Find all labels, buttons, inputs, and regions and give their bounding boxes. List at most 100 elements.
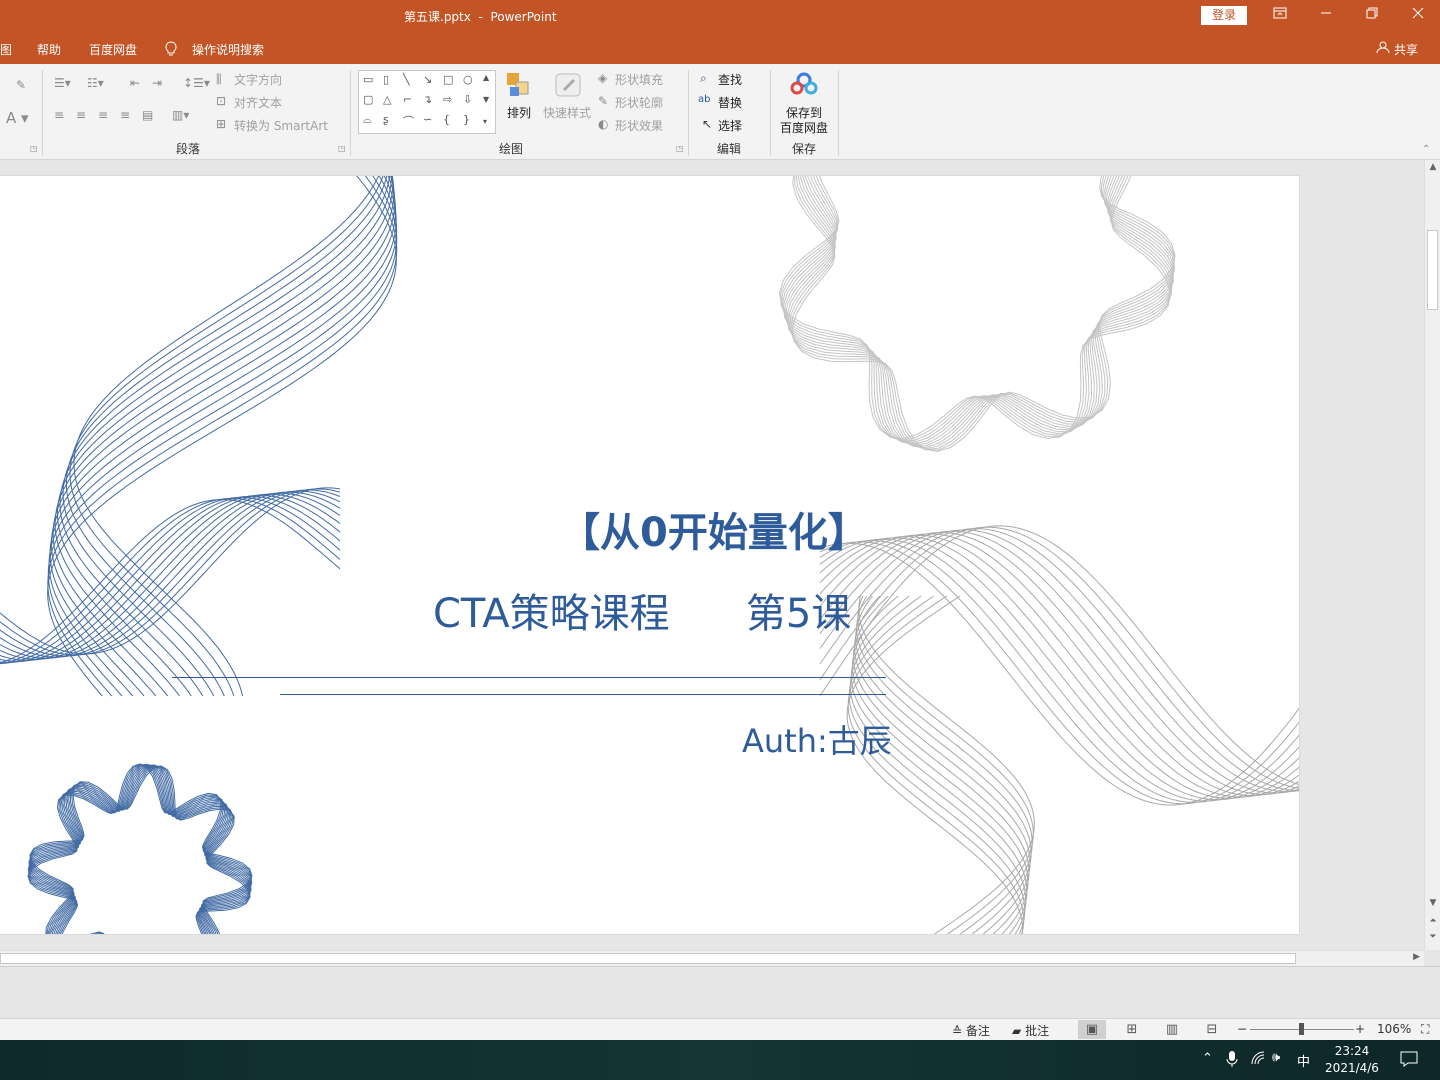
- normal-view-icon[interactable]: ▣: [1078, 1020, 1106, 1039]
- quick-styles-button[interactable]: 快速样式: [543, 104, 591, 121]
- shape-effects-button[interactable]: 形状效果: [615, 117, 663, 134]
- horizontal-scrollbar[interactable]: ▶: [0, 950, 1424, 966]
- increase-indent-icon[interactable]: ⇥: [152, 76, 162, 90]
- convert-smartart-button[interactable]: 转换为 SmartArt: [234, 117, 328, 134]
- ime-indicator[interactable]: 中: [1297, 1051, 1310, 1070]
- zoom-slider-thumb[interactable]: [1299, 1023, 1304, 1035]
- next-slide-icon[interactable]: ⏷: [1427, 932, 1439, 942]
- menu-baidu-netdisk[interactable]: 百度网盘: [89, 41, 137, 58]
- login-button[interactable]: 登录: [1201, 6, 1247, 25]
- wave-line: [52, 176, 396, 697]
- editing-group-label: 编辑: [717, 142, 742, 156]
- format-painter-icon[interactable]: ✎: [16, 78, 26, 92]
- numbering-icon[interactable]: ☷▾: [87, 76, 104, 90]
- menu-view[interactable]: 图: [0, 41, 12, 58]
- zoom-out-button[interactable]: −: [1237, 1022, 1247, 1036]
- wave-line: [819, 540, 1299, 803]
- comment-icon: ▰: [1012, 1024, 1022, 1038]
- zoom-level[interactable]: 106%: [1377, 1022, 1411, 1036]
- slide-subtitle[interactable]: CTA策略课程 第5课: [433, 581, 851, 639]
- restore-icon[interactable]: [1357, 4, 1387, 28]
- menu-help[interactable]: 帮助: [37, 41, 61, 58]
- font-dialog-launcher-icon[interactable]: ◳: [30, 144, 38, 153]
- wave-line: [848, 595, 1026, 934]
- hscrollbar-thumb[interactable]: [0, 953, 1296, 964]
- elbow-connector-shape-icon: ⌐: [403, 93, 413, 106]
- arrange-icon: [506, 72, 532, 103]
- network-icon[interactable]: [1250, 1050, 1266, 1070]
- ribbon: ✎ A ▾ ◳ ☰▾ ☷▾ ⇤ ⇥ ↕☰▾ ≡ ≡ ≡ ≡ ▤ ▥▾ ⫼ 文字方…: [0, 64, 1440, 160]
- wave-line: [847, 595, 1025, 934]
- reading-view-icon[interactable]: ▥: [1158, 1020, 1186, 1039]
- close-icon[interactable]: [1403, 4, 1433, 28]
- freeform-shape-icon: ⌓: [363, 113, 372, 126]
- wave-line: [27, 763, 253, 934]
- clock[interactable]: 23:24 2021/4/6: [1322, 1043, 1382, 1077]
- slide[interactable]: 【从0开始量化】 CTA策略课程 第5课 Auth:古辰: [0, 176, 1299, 934]
- ribbon-display-icon[interactable]: [1265, 4, 1295, 28]
- select-button[interactable]: 选择: [718, 117, 742, 134]
- wave-line: [819, 529, 1299, 793]
- notes-toggle[interactable]: ≙ 备注: [952, 1022, 990, 1039]
- scribble-shape-icon: ʂ: [383, 113, 389, 126]
- volume-icon[interactable]: 🕪: [1272, 1050, 1280, 1065]
- replace-button[interactable]: 替换: [718, 94, 742, 111]
- rounded-rect-shape-icon: ▢: [363, 93, 374, 106]
- comments-toggle[interactable]: ▰ 批注: [1012, 1022, 1049, 1039]
- shape-fill-button[interactable]: 形状填充: [615, 71, 663, 88]
- wave-line: [849, 595, 1027, 934]
- paragraph-dialog-launcher-icon[interactable]: ◳: [338, 144, 346, 153]
- scroll-down-icon[interactable]: ▼: [1427, 898, 1439, 908]
- columns-icon[interactable]: ▥▾: [172, 108, 189, 122]
- wave-line: [857, 595, 1034, 934]
- align-center-icon[interactable]: ≡: [76, 108, 86, 122]
- align-right-icon[interactable]: ≡: [98, 108, 108, 122]
- shapes-gallery[interactable]: ▭ ▯ ╲ ↘ □ ○ ▢ △ ⌐ ↴ ⇨ ⇩ ⌓ ʂ ⌒ ∽ { } ▲ ▼ …: [358, 70, 496, 134]
- scroll-up-icon[interactable]: ▲: [1427, 162, 1439, 172]
- zoom-in-button[interactable]: +: [1355, 1022, 1365, 1036]
- fit-to-window-icon[interactable]: ⛶: [1421, 1022, 1429, 1037]
- distributed-icon[interactable]: ▤: [142, 108, 153, 122]
- wave-line: [781, 176, 1173, 444]
- bullets-icon[interactable]: ☰▾: [54, 76, 71, 90]
- wave-line: [54, 176, 395, 697]
- vertical-scrollbar[interactable]: ▲ ▼ ⏶ ⏷: [1424, 160, 1440, 950]
- find-button[interactable]: 查找: [718, 71, 742, 88]
- previous-slide-icon[interactable]: ⏶: [1427, 916, 1439, 926]
- text-direction-button[interactable]: 文字方向: [234, 71, 282, 88]
- slideshow-view-icon[interactable]: ⊟: [1198, 1020, 1226, 1039]
- wave-line: [856, 595, 1033, 934]
- microphone-icon[interactable]: [1226, 1050, 1238, 1072]
- notification-center-icon[interactable]: [1400, 1050, 1418, 1072]
- scroll-right-icon[interactable]: ▶: [1413, 952, 1420, 962]
- person-icon: [1376, 41, 1394, 57]
- collapse-ribbon-icon[interactable]: ⌃: [1422, 144, 1430, 155]
- slide-sorter-view-icon[interactable]: ⊞: [1118, 1020, 1146, 1039]
- align-left-icon[interactable]: ≡: [54, 108, 64, 122]
- scrollbar-thumb[interactable]: [1427, 230, 1438, 310]
- right-brace-shape-icon: }: [463, 113, 470, 126]
- wave-line: [49, 176, 397, 697]
- share-button[interactable]: 共享: [1376, 40, 1418, 58]
- align-text-button[interactable]: 对齐文本: [234, 94, 282, 111]
- decrease-indent-icon[interactable]: ⇤: [130, 76, 140, 90]
- title-bar: 第五课.pptx - PowerPoint 登录: [0, 0, 1440, 32]
- justify-icon[interactable]: ≡: [120, 108, 130, 122]
- arrow-line-shape-icon: ↘: [423, 73, 433, 86]
- notes-pane[interactable]: [0, 966, 1440, 1018]
- minimize-icon[interactable]: [1311, 4, 1341, 28]
- drawing-dialog-launcher-icon[interactable]: ◳: [676, 144, 684, 153]
- font-color-icon[interactable]: A ▾: [6, 109, 29, 127]
- windows-taskbar: ⌃ 🕪 中 23:24 2021/4/6: [0, 1040, 1440, 1080]
- arrange-button[interactable]: 排列: [507, 104, 531, 121]
- slide-title[interactable]: 【从0开始量化】: [560, 500, 868, 558]
- save-baidu-button-line2[interactable]: 百度网盘: [780, 119, 828, 136]
- save-group-label: 保存: [792, 142, 817, 156]
- show-hidden-icons-icon[interactable]: ⌃: [1202, 1051, 1213, 1066]
- line-spacing-icon[interactable]: ↕☰▾: [183, 76, 210, 90]
- wave-line: [846, 595, 1024, 934]
- vertical-textbox-shape-icon: ▯: [383, 73, 390, 86]
- shape-outline-button[interactable]: 形状轮廓: [615, 94, 663, 111]
- tell-me-search[interactable]: 操作说明搜索: [192, 41, 264, 58]
- slide-author[interactable]: Auth:古辰: [742, 716, 892, 762]
